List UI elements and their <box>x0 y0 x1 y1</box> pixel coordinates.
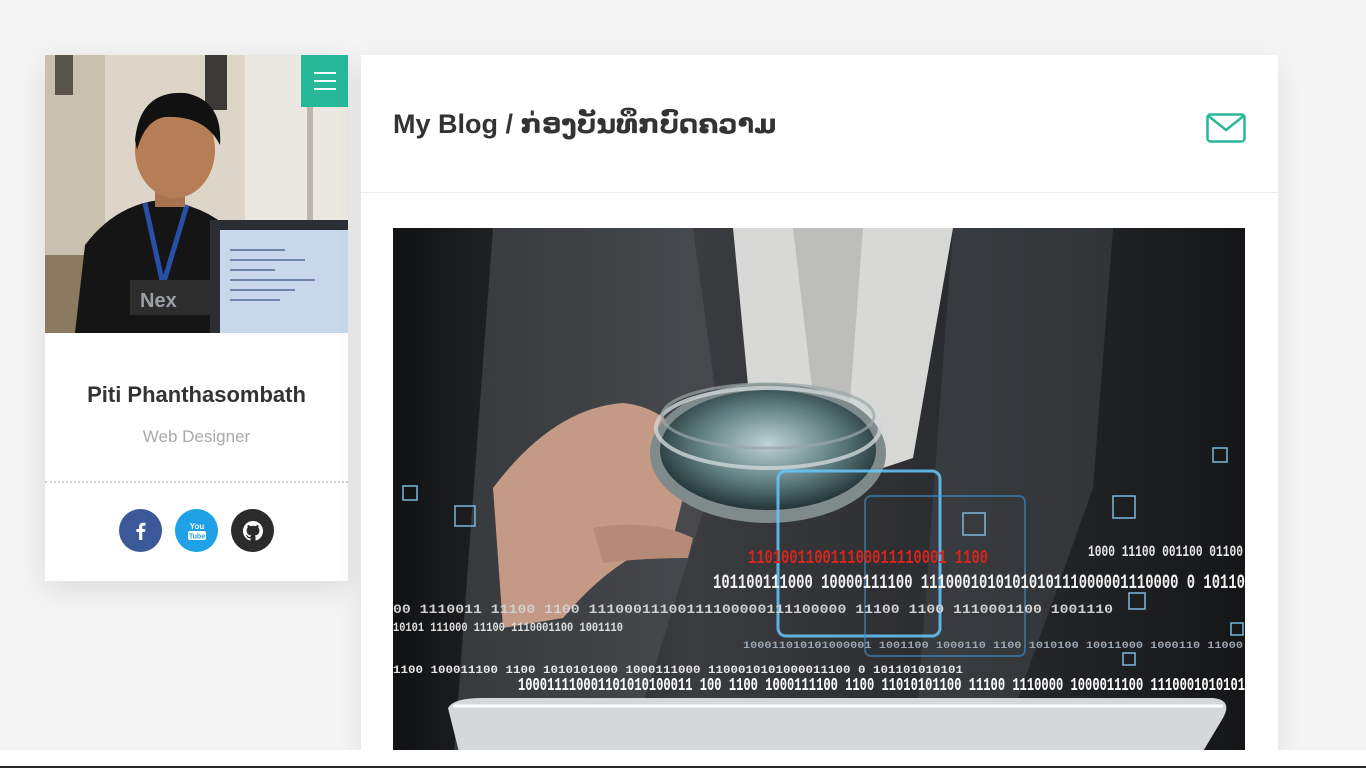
facebook-button[interactable] <box>119 509 162 552</box>
svg-text:101100111000 10000111100 11100: 101100111000 10000111100 111000101010101… <box>713 572 1245 595</box>
svg-text:100011110001101010100011 100 1: 100011110001101010100011 100 1100 100011… <box>518 676 1245 696</box>
mail-envelope-icon <box>1206 113 1246 143</box>
github-button[interactable] <box>231 509 274 552</box>
svg-text:100011010101000001 1001100 100: 100011010101000001 1001100 1000110 1100 … <box>743 641 1243 652</box>
svg-text:Tube: Tube <box>188 533 204 540</box>
svg-text:Nex: Nex <box>140 290 177 312</box>
menu-button[interactable] <box>301 55 348 107</box>
blog-header: My Blog / ກ່ອງບັນທຶກບົດຄວາມ <box>361 55 1278 193</box>
svg-text:110100110011100011110001 1100: 110100110011100011110001 1100 <box>748 547 988 569</box>
svg-text:10101 111000 11100 1110001100: 10101 111000 11100 1110001100 1001110 <box>393 620 623 635</box>
page-title: My Blog / ກ່ອງບັນທຶກບົດຄວາມ <box>393 109 777 139</box>
profile-card: Nex Piti Phanthasombath Web Designer You… <box>45 55 348 581</box>
hamburger-menu-icon-bar <box>313 80 336 82</box>
svg-text:00 1110011 11100 1100 11100011: 00 1110011 11100 1100 111000111001111000… <box>393 602 1113 617</box>
blog-card: My Blog / ກ່ອງບັນທຶກບົດຄວາມ 110100110011… <box>361 55 1278 768</box>
github-icon <box>242 520 263 541</box>
profile-name: Piti Phanthasombath <box>87 382 306 407</box>
profile-photo: Nex <box>45 55 348 333</box>
magnifying-glass-binary-data-image: 110100110011100011110001 1100 1000 11100… <box>393 228 1245 768</box>
blog-hero-image[interactable]: 110100110011100011110001 1100 1000 11100… <box>393 228 1245 768</box>
hamburger-menu-icon-bar <box>313 88 336 90</box>
profile-job-title: Web Designer <box>142 427 251 446</box>
divider <box>45 481 348 483</box>
hamburger-menu-icon-bar <box>313 72 336 74</box>
youtube-button[interactable]: You Tube <box>175 509 218 552</box>
social-links: You Tube <box>45 509 348 552</box>
facebook-icon <box>135 522 145 540</box>
youtube-icon: You Tube <box>187 522 206 540</box>
svg-text:You: You <box>189 522 204 531</box>
mail-button[interactable] <box>1206 113 1246 143</box>
svg-text:1000 11100 001100 01100: 1000 11100 001100 01100 <box>1088 543 1243 561</box>
